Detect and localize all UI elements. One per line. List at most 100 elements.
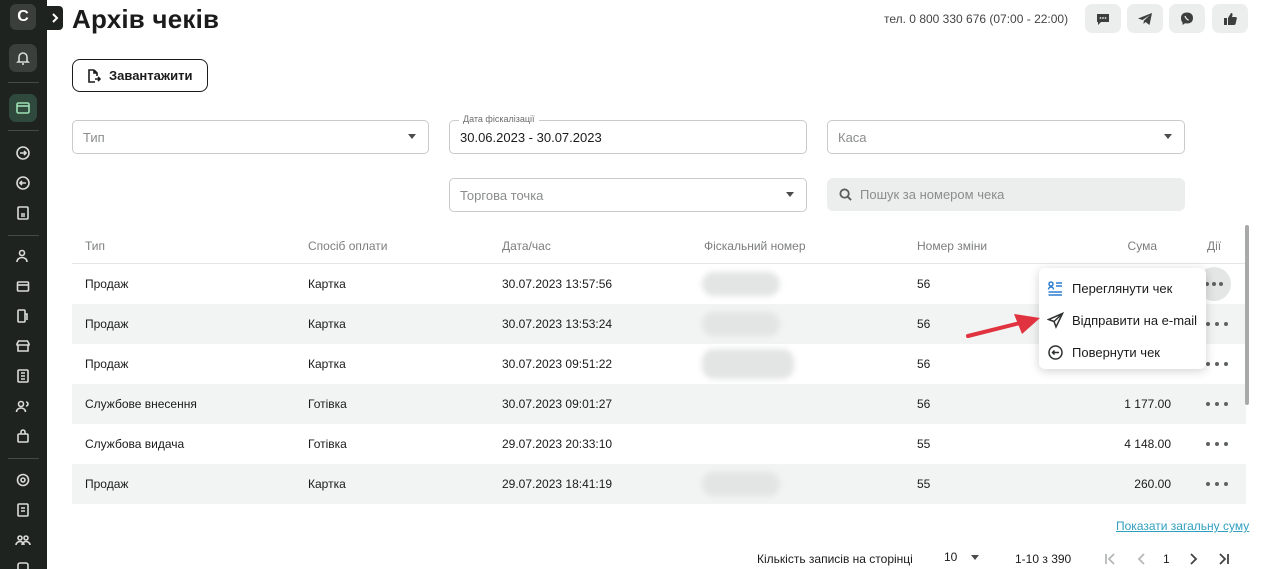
fiscal-date-value: 30.06.2023 - 30.07.2023 [460, 129, 602, 145]
column-header-datetime[interactable]: Дата/час [502, 239, 551, 253]
table-row[interactable]: Службове внесення Готівка 30.07.2023 09:… [72, 384, 1246, 424]
column-header-type[interactable]: Тип [85, 239, 105, 253]
row-actions-button[interactable] [1206, 397, 1228, 411]
thumbs-up-icon [1224, 12, 1237, 25]
cell-datetime: 29.07.2023 20:33:10 [502, 437, 613, 451]
column-header-sum[interactable]: Сума [1128, 239, 1157, 253]
receipt-search-input[interactable]: Пошук за номером чека [827, 178, 1185, 211]
report-icon[interactable] [11, 498, 35, 522]
row-actions-button[interactable] [1206, 357, 1228, 371]
column-header-payment[interactable]: Спосіб оплати [308, 239, 388, 253]
cashbox-select[interactable]: Каса [827, 120, 1185, 154]
team-icon[interactable] [11, 394, 35, 418]
send-icon [1047, 311, 1064, 329]
box-icon[interactable] [11, 274, 35, 298]
annotation-arrow-icon [966, 314, 1040, 338]
fiscal-number-redacted [702, 472, 780, 496]
menu-item-send-email[interactable]: Відправити на e-mail [1039, 304, 1206, 336]
type-select[interactable]: Тип [72, 120, 429, 154]
rows-per-page-label: Кількість записів на сторінці [757, 552, 913, 566]
menu-item-view-receipt[interactable]: Переглянути чек [1039, 272, 1206, 304]
chevron-down-icon [408, 134, 416, 139]
list-icon[interactable] [11, 364, 35, 388]
column-header-actions: Дії [1207, 238, 1222, 253]
rows-per-page-value: 10 [944, 550, 958, 564]
show-total-sum-link[interactable]: Показати загальну суму [1116, 519, 1249, 533]
sidebar: C [0, 0, 47, 569]
chevron-right-icon [52, 13, 59, 23]
receipts-archive-icon[interactable] [9, 94, 37, 122]
table-row[interactable]: Службова видача Готівка 29.07.2023 20:33… [72, 424, 1246, 464]
return-icon [1048, 344, 1063, 360]
cell-datetime: 29.07.2023 18:41:19 [502, 477, 613, 491]
last-page-button[interactable] [1216, 550, 1232, 568]
fuel-icon[interactable] [11, 304, 35, 328]
chevron-down-icon [1164, 134, 1172, 139]
cell-shift: 56 [917, 357, 931, 371]
chevron-left-icon [1137, 553, 1145, 565]
search-icon [839, 188, 852, 201]
viber-icon [1181, 12, 1193, 25]
feedback-button[interactable] [1212, 4, 1248, 33]
chat-button[interactable] [1085, 4, 1121, 33]
store-icon[interactable] [11, 334, 35, 358]
group-icon[interactable] [11, 528, 35, 552]
cell-type: Продаж [85, 357, 129, 371]
telegram-button[interactable] [1127, 4, 1163, 33]
cell-payment: Картка [308, 277, 346, 291]
chat-icon [1097, 13, 1109, 25]
cell-datetime: 30.07.2023 09:01:27 [502, 397, 613, 411]
cell-type: Продаж [85, 317, 129, 331]
next-page-button[interactable] [1185, 550, 1201, 568]
chevron-right-icon [1190, 553, 1198, 565]
viber-button[interactable] [1169, 4, 1205, 33]
menu-item-label: Відправити на e-mail [1072, 312, 1198, 328]
search-placeholder: Пошук за номером чека [860, 187, 1005, 202]
app-logo[interactable]: C [10, 4, 36, 30]
table-row[interactable]: Продаж Картка 29.07.2023 18:41:19 55 260… [72, 464, 1246, 504]
cell-datetime: 30.07.2023 09:51:22 [502, 357, 613, 371]
current-page[interactable]: 1 [1163, 552, 1170, 566]
row-actions-button[interactable] [1206, 437, 1228, 451]
bell-icon[interactable] [9, 44, 37, 72]
last-page-icon [1219, 553, 1229, 565]
table-scrollbar[interactable] [1245, 225, 1249, 405]
sidebar-toggle-button[interactable] [47, 6, 63, 30]
download-button-label: Завантажити [109, 68, 193, 83]
row-actions-menu: Переглянути чек Відправити на e-mail Пов… [1039, 268, 1206, 369]
login-icon[interactable] [11, 141, 35, 165]
download-button[interactable]: Завантажити [72, 59, 208, 92]
column-header-shift[interactable]: Номер зміни [917, 239, 987, 253]
rows-per-page-select[interactable]: 10 [944, 550, 980, 564]
cell-shift: 55 [917, 437, 931, 451]
telegram-icon [1138, 12, 1152, 25]
chevron-down-icon [786, 192, 794, 197]
settings-icon[interactable] [11, 468, 35, 492]
cell-datetime: 30.07.2023 13:53:24 [502, 317, 613, 331]
cell-shift: 56 [917, 317, 931, 331]
column-header-fiscal-number[interactable]: Фіскальний номер [704, 239, 806, 253]
fiscal-number-redacted [702, 349, 794, 379]
cell-type: Продаж [85, 277, 129, 291]
fiscal-date-field[interactable]: Дата фіскалізації 30.06.2023 - 30.07.202… [449, 114, 807, 154]
outlet-select[interactable]: Торгова точка [449, 178, 807, 212]
type-select-placeholder: Тип [83, 129, 105, 145]
bag-icon[interactable] [11, 424, 35, 448]
row-actions-button[interactable] [1206, 317, 1228, 331]
cell-sum: 4 148.00 [1124, 437, 1171, 451]
menu-item-return-receipt[interactable]: Повернути чек [1039, 336, 1206, 368]
prev-page-button[interactable] [1134, 550, 1150, 568]
document-icon[interactable] [11, 201, 35, 225]
first-page-button[interactable] [1102, 550, 1118, 568]
menu-item-label: Повернути чек [1072, 344, 1160, 360]
users-icon[interactable] [11, 244, 35, 268]
outlet-select-placeholder: Торгова точка [460, 187, 544, 203]
menu-item-label: Переглянути чек [1072, 280, 1173, 296]
cell-shift: 56 [917, 277, 931, 291]
fiscal-number-redacted [702, 272, 780, 296]
row-actions-button[interactable] [1206, 477, 1228, 491]
cell-sum: 260.00 [1134, 477, 1171, 491]
extra-icon[interactable] [11, 556, 35, 569]
cell-datetime: 30.07.2023 13:57:56 [502, 277, 613, 291]
return-circle-icon[interactable] [11, 171, 35, 195]
